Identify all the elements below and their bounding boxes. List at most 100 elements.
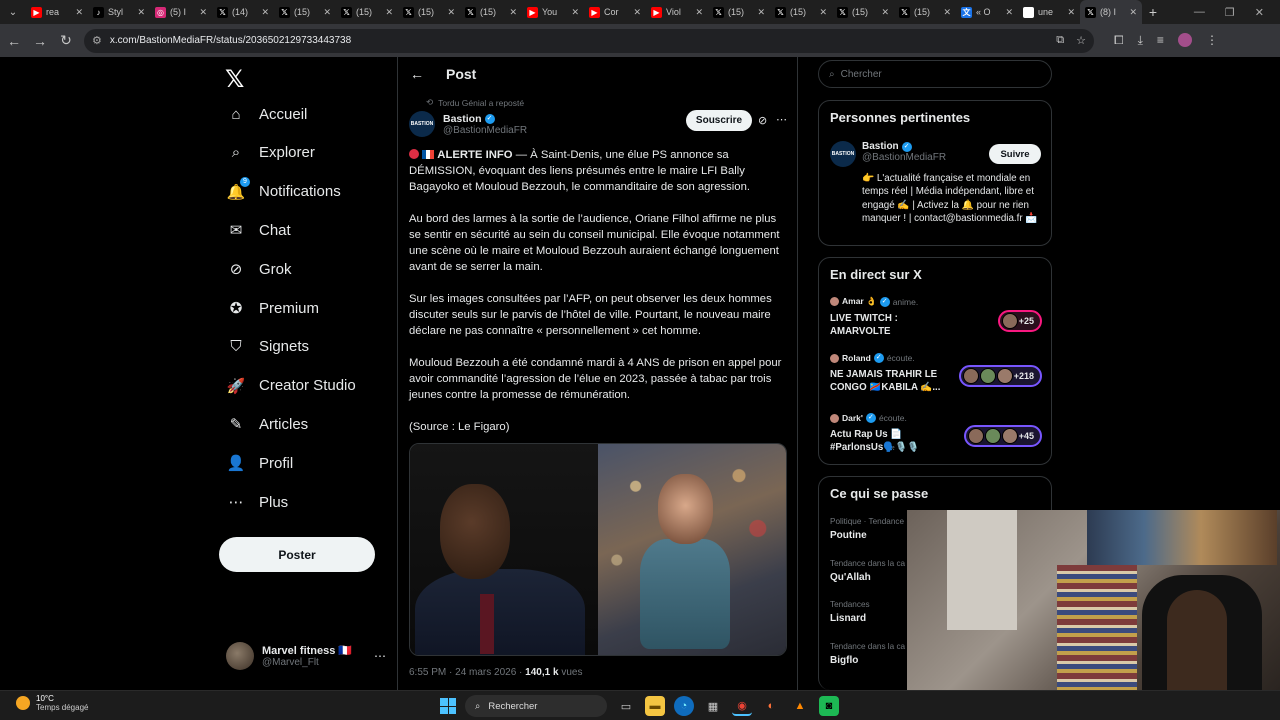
profile-avatar[interactable] xyxy=(1177,33,1192,47)
browser-tab[interactable]: 𝕏 (15) ✕ xyxy=(708,0,770,24)
author-name[interactable]: Bastion xyxy=(443,113,482,125)
photo-man[interactable] xyxy=(410,444,598,655)
browser-tab[interactable]: 𝕏 (15) ✕ xyxy=(894,0,956,24)
file-explorer-icon[interactable]: ▬ xyxy=(645,696,665,716)
close-tab-icon[interactable]: ✕ xyxy=(633,7,641,18)
follow-button[interactable]: Suivre xyxy=(989,144,1041,164)
more-icon[interactable]: ⋯ xyxy=(374,649,386,663)
nav-item-explorer[interactable]: ⌕ Explorer xyxy=(226,138,315,168)
nav-item-chat[interactable]: ✉ Chat xyxy=(226,215,291,245)
post-author[interactable]: BASTION Bastion ✓ @BastionMediaFR xyxy=(409,111,527,137)
back-arrow-icon[interactable]: ← xyxy=(2,29,26,53)
taskbar-search[interactable]: ⌕ Rechercher xyxy=(465,695,607,717)
install-app-icon[interactable]: ⧉ xyxy=(1056,34,1064,47)
x-logo-icon[interactable]: 𝕏 xyxy=(225,65,244,94)
live-item[interactable]: Roland ✓ écoute. NE JAMAIS TRAHIR LE CONGO … xyxy=(830,353,1042,394)
nav-item-plus[interactable]: ⋯ Plus xyxy=(226,487,289,517)
browser-tab[interactable]: 𝕏 (8) I ✕ xyxy=(1080,0,1142,24)
new-tab-button[interactable]: + xyxy=(1142,4,1164,20)
bookmark-star-icon[interactable]: ☆ xyxy=(1076,34,1086,47)
more-icon[interactable]: ⋯ xyxy=(776,113,787,126)
browser-tab[interactable]: ▶ You ✕ xyxy=(522,0,584,24)
close-tab-icon[interactable]: ✕ xyxy=(447,7,455,18)
address-bar[interactable]: ⚙ x.com/BastionMediaFR/status/2036502129… xyxy=(84,28,1094,53)
close-tab-icon[interactable]: ✕ xyxy=(571,7,579,18)
close-tab-icon[interactable]: ✕ xyxy=(75,7,83,18)
close-tab-icon[interactable]: ✕ xyxy=(695,7,703,18)
tab-search-icon[interactable]: ⌄ xyxy=(0,0,26,24)
listeners-pill[interactable]: +218 xyxy=(958,365,1042,387)
post-media[interactable] xyxy=(409,443,787,656)
browser-tab[interactable]: 𝕏 (15) ✕ xyxy=(460,0,522,24)
site-info-icon[interactable]: ⚙ xyxy=(92,34,102,47)
user-name[interactable]: Bastion xyxy=(862,141,899,152)
browser-tab[interactable]: ◎ (5) I ✕ xyxy=(150,0,212,24)
nav-item-premium[interactable]: ✪ Premium xyxy=(226,293,319,323)
post-time[interactable]: 6:55 PM · 24 mars 2026 · xyxy=(409,667,525,678)
account-switcher[interactable]: Marvel fitness 🇫🇷 @Marvel_Flt ⋯ xyxy=(226,642,386,670)
reading-list-icon[interactable]: ≡ xyxy=(1157,33,1164,48)
author-handle[interactable]: @BastionMediaFR xyxy=(443,125,527,136)
back-arrow-icon[interactable]: ← xyxy=(410,66,424,82)
edge-icon[interactable]: ◔ xyxy=(674,696,694,716)
weather-widget[interactable]: 10°C Temps dégagé xyxy=(16,694,88,712)
relevant-user[interactable]: BASTION Bastion ✓ @BastionMediaFR xyxy=(830,141,946,167)
avatar[interactable]: BASTION xyxy=(409,111,435,137)
close-tab-icon[interactable]: ✕ xyxy=(943,7,951,18)
browser-tab[interactable]: 𝕏 (15) ✕ xyxy=(398,0,460,24)
grok-icon[interactable]: ⊘ xyxy=(758,114,767,127)
browser-tab[interactable]: une ✕ xyxy=(1018,0,1080,24)
close-tab-icon[interactable]: ✕ xyxy=(509,7,517,18)
nav-item-notifications[interactable]: 🔔 9 Notifications xyxy=(226,176,341,207)
browser-tab[interactable]: 𝕏 (15) ✕ xyxy=(274,0,336,24)
nav-item-creator-studio[interactable]: 🚀 Creator Studio xyxy=(226,371,356,401)
close-tab-icon[interactable]: ✕ xyxy=(1005,7,1013,18)
browser-tab[interactable]: 𝕏 (14) ✕ xyxy=(212,0,274,24)
reload-icon[interactable]: ↻ xyxy=(54,29,78,53)
browser-tab[interactable]: ▶ rea ✕ xyxy=(26,0,88,24)
close-tab-icon[interactable]: ✕ xyxy=(819,7,827,18)
close-tab-icon[interactable]: ✕ xyxy=(881,7,889,18)
browser-tab[interactable]: 文 « O ✕ xyxy=(956,0,1018,24)
browser-menu-icon[interactable]: ⋮ xyxy=(1206,33,1218,48)
browser-tab[interactable]: 𝕏 (15) ✕ xyxy=(832,0,894,24)
photo-woman[interactable] xyxy=(598,444,786,655)
chrome-icon[interactable]: ◉ xyxy=(732,696,752,716)
subscribe-button[interactable]: Souscrire xyxy=(686,110,752,131)
live-item[interactable]: Dark' ✓ écoute. Actu Rap Us 📄 #ParlonsUs🗣️🎙… xyxy=(830,413,1042,454)
nav-item-grok[interactable]: ⊘ Grok xyxy=(226,254,292,284)
app-icon[interactable]: ◙ xyxy=(819,696,839,716)
browser-tab[interactable]: ▶ Viol ✕ xyxy=(646,0,708,24)
windows-start-icon[interactable] xyxy=(440,698,456,714)
avatar[interactable]: BASTION xyxy=(830,141,856,167)
task-view-icon[interactable]: ▭ xyxy=(616,696,636,716)
listeners-pill[interactable]: +45 xyxy=(963,425,1042,447)
close-tab-icon[interactable]: ✕ xyxy=(137,7,145,18)
close-tab-icon[interactable]: ✕ xyxy=(199,7,207,18)
nav-item-profil[interactable]: 👤 Profil xyxy=(226,448,294,478)
close-tab-icon[interactable]: ✕ xyxy=(1129,7,1137,18)
browser-tab[interactable]: ♪ Styl ✕ xyxy=(88,0,150,24)
maximize-icon[interactable]: ❐ xyxy=(1225,6,1235,19)
close-tab-icon[interactable]: ✕ xyxy=(323,7,331,18)
close-tab-icon[interactable]: ✕ xyxy=(757,7,765,18)
close-tab-icon[interactable]: ✕ xyxy=(385,7,393,18)
vlc-icon[interactable]: ▲ xyxy=(790,696,810,716)
search-input[interactable]: ⌕ Chercher xyxy=(818,60,1052,88)
close-tab-icon[interactable]: ✕ xyxy=(1067,7,1075,18)
extensions-icon[interactable]: ⧠ xyxy=(1114,33,1124,48)
firefox-icon[interactable]: ◐ xyxy=(761,696,781,716)
forward-arrow-icon[interactable]: → xyxy=(28,29,52,53)
store-icon[interactable]: ▦ xyxy=(703,696,723,716)
nav-item-accueil[interactable]: ⌂ Accueil xyxy=(226,99,307,129)
nav-item-articles[interactable]: ✎ Articles xyxy=(226,409,308,439)
browser-tab[interactable]: 𝕏 (15) ✕ xyxy=(336,0,398,24)
live-item[interactable]: Amar 👌 ✓ anime. LIVE TWITCH : AMARVOLTE +25 xyxy=(830,296,1042,338)
nav-item-signets[interactable]: ⛉ Signets xyxy=(226,332,309,362)
browser-tab[interactable]: 𝕏 (15) ✕ xyxy=(770,0,832,24)
close-window-icon[interactable]: ✕ xyxy=(1255,6,1264,19)
browser-tab[interactable]: ▶ Cor ✕ xyxy=(584,0,646,24)
minimize-icon[interactable]: — xyxy=(1194,6,1205,18)
close-tab-icon[interactable]: ✕ xyxy=(261,7,269,18)
listeners-pill[interactable]: +25 xyxy=(997,310,1042,332)
